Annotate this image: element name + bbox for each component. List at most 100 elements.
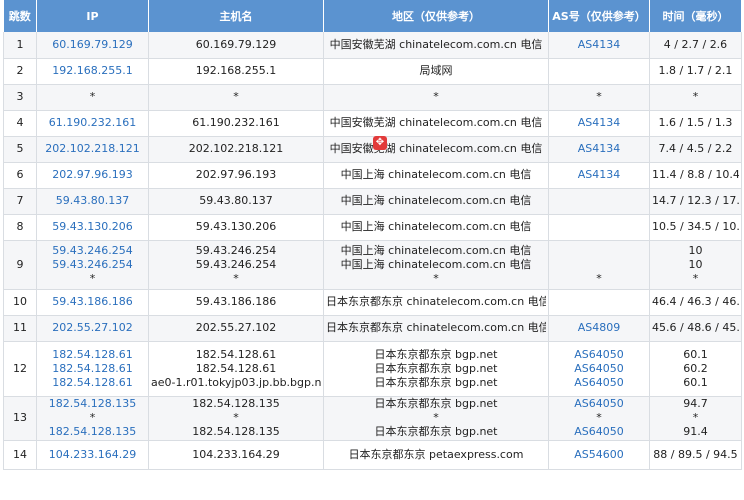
region-cell: 中国上海 chinatelecom.com.cn 电信 [323, 188, 549, 215]
as-value: * [596, 271, 602, 285]
table-row: 8 59.43.130.206 59.43.130.206 中国上海 chinatel… [3, 214, 742, 241]
as-value[interactable]: AS64050 [551, 425, 647, 439]
as-value[interactable]: AS4134 [551, 142, 647, 156]
host-value: 202.55.27.102 [195, 321, 277, 334]
ip-value[interactable]: 59.43.80.137 [39, 194, 146, 208]
ip-value[interactable]: 182.54.128.135 [39, 425, 146, 439]
time-value: 60.1 [683, 347, 708, 361]
ip-value[interactable]: 59.43.186.186 [39, 295, 146, 309]
header-hostname[interactable]: 主机名 [148, 0, 324, 32]
ip-value[interactable]: 104.233.164.29 [39, 448, 146, 462]
as-value[interactable]: AS64050 [551, 362, 647, 376]
host-value: 202.97.96.193 [195, 168, 277, 181]
time-value: 11.4 / 8.8 / 10.4 [652, 168, 739, 181]
region-value: 日本东京都东京 bgp.net [374, 347, 498, 361]
header-as[interactable]: AS号（仅供参考） [548, 0, 650, 32]
header-region[interactable]: 地区（仅供参考） [323, 0, 549, 32]
region-value: 日本东京都东京 petaexpress.com [348, 447, 524, 461]
ip-value[interactable]: 182.54.128.61 [39, 348, 146, 362]
as-value[interactable]: AS4134 [551, 168, 647, 182]
as-cell: AS4134 [548, 110, 650, 137]
time-value: 60.1 [683, 375, 708, 389]
host-value: 182.54.128.61 [195, 347, 277, 361]
table-row: 1 60.169.79.129 60.169.79.129 中国安徽芜湖 chinat… [3, 32, 742, 59]
region-value: 中国安徽芜湖 chinatelecom.com.cn 电信 [329, 37, 543, 51]
hop-cell: 5 [3, 136, 37, 163]
header-time[interactable]: 时间（毫秒） [649, 0, 742, 32]
as-cell: AS64050 AS64050 AS64050 [548, 341, 650, 397]
ip-value[interactable]: 59.43.246.254 [39, 244, 146, 258]
as-value[interactable]: AS4134 [551, 116, 647, 130]
as-value: * [596, 411, 602, 424]
region-cell: 日本东京都东京 bgp.net 日本东京都东京 bgp.net 日本东京都东京 bg… [323, 341, 549, 397]
hostname-cell: 61.190.232.161 [148, 110, 324, 137]
hop-number: 10 [13, 295, 27, 308]
hostname-cell: 60.169.79.129 [148, 32, 324, 59]
ip-value[interactable]: 61.190.232.161 [39, 116, 146, 130]
host-value: 59.43.186.186 [195, 295, 277, 308]
hop-cell: 1 [3, 32, 37, 59]
hostname-cell: 202.97.96.193 [148, 162, 324, 189]
hostname-cell: 202.102.218.121 [148, 136, 324, 163]
region-value: 中国上海 chinatelecom.com.cn 电信 [340, 168, 532, 181]
traceroute-table: 跳数 IP 主机名 地区（仅供参考） AS号（仅供参考） 时间（毫秒） 1 60.… [3, 0, 742, 470]
ip-cell: 59.43.186.186 [36, 289, 149, 316]
header-hop[interactable]: 跳数 [3, 0, 37, 32]
table-row: 7 59.43.80.137 59.43.80.137 中国上海 chinatelec… [3, 188, 742, 215]
ip-value[interactable]: 182.54.128.135 [39, 397, 146, 411]
ip-cell: 104.233.164.29 [36, 440, 149, 470]
hop-number: 11 [13, 321, 27, 334]
time-value: 94.7 [683, 397, 708, 410]
table-row: 6 202.97.96.193 202.97.96.193 中国上海 chinatel… [3, 162, 742, 189]
ip-cell: * [36, 84, 149, 111]
hop-number: 6 [16, 168, 24, 181]
move-icon[interactable]: ✥ [373, 136, 387, 150]
region-value: 日本东京都东京 bgp.net [374, 425, 498, 438]
region-value: * [433, 90, 439, 103]
hop-number: 14 [13, 447, 27, 461]
as-cell: * [548, 240, 650, 290]
as-value[interactable]: AS64050 [551, 376, 647, 390]
hostname-cell: 202.55.27.102 [148, 315, 324, 342]
ip-value[interactable]: 182.54.128.61 [39, 376, 146, 390]
ip-value[interactable]: 182.54.128.61 [39, 362, 146, 376]
ip-value[interactable]: 202.102.218.121 [39, 142, 146, 156]
ip-cell: 60.169.79.129 [36, 32, 149, 59]
region-cell: 中国安徽芜湖 chinatelecom.com.cn 电信 [323, 110, 549, 137]
table-row: 2 192.168.255.1 192.168.255.1 局域网 1.8 / 1.7… [3, 58, 742, 85]
region-cell: 局域网 [323, 58, 549, 85]
region-value: 中国上海 chinatelecom.com.cn 电信 [340, 220, 532, 233]
region-value: * [433, 411, 439, 424]
hop-cell: 14 [3, 440, 37, 470]
host-value: 182.54.128.61 [195, 361, 277, 375]
hop-cell: 10 [3, 289, 37, 316]
region-value: 中国上海 chinatelecom.com.cn 电信 [340, 243, 532, 257]
ip-value[interactable]: 192.168.255.1 [39, 64, 146, 78]
hop-number: 8 [16, 220, 24, 233]
hostname-cell: 182.54.128.135 * 182.54.128.135 [148, 396, 324, 441]
ip-value[interactable]: 60.169.79.129 [39, 38, 146, 52]
as-value[interactable]: AS4134 [551, 38, 647, 52]
ip-value[interactable]: 59.43.130.206 [39, 220, 146, 234]
time-cell: 10.5 / 34.5 / 10.6 [649, 214, 742, 241]
region-value: 日本东京都东京 bgp.net [374, 361, 498, 375]
traceroute-page: 跳数 IP 主机名 地区（仅供参考） AS号（仅供参考） 时间（毫秒） 1 60.… [0, 0, 744, 500]
ip-value: * [89, 90, 96, 103]
region-cell: 中国安徽芜湖 chinatelecom.com.cn 电信 [323, 136, 549, 163]
table-header-row: 跳数 IP 主机名 地区（仅供参考） AS号（仅供参考） 时间（毫秒） [3, 0, 742, 32]
as-value[interactable]: AS4809 [551, 321, 647, 335]
header-ip[interactable]: IP [36, 0, 149, 32]
ip-cell: 59.43.80.137 [36, 188, 149, 215]
as-value[interactable]: AS64050 [551, 397, 647, 411]
ip-value[interactable]: 202.55.27.102 [39, 321, 146, 335]
ip-value[interactable]: 202.97.96.193 [39, 168, 146, 182]
as-value[interactable]: AS54600 [551, 448, 647, 462]
ip-cell: 59.43.246.254 59.43.246.254 * [36, 240, 149, 290]
time-value: 1.6 / 1.5 / 1.3 [658, 116, 733, 129]
hop-cell: 6 [3, 162, 37, 189]
time-value: 4 / 2.7 / 2.6 [663, 37, 728, 51]
as-value[interactable]: AS64050 [551, 348, 647, 362]
ip-value[interactable]: 59.43.246.254 [39, 258, 146, 272]
time-value: 46.4 / 46.3 / 46.1 [652, 295, 739, 308]
ip-cell: 59.43.130.206 [36, 214, 149, 241]
